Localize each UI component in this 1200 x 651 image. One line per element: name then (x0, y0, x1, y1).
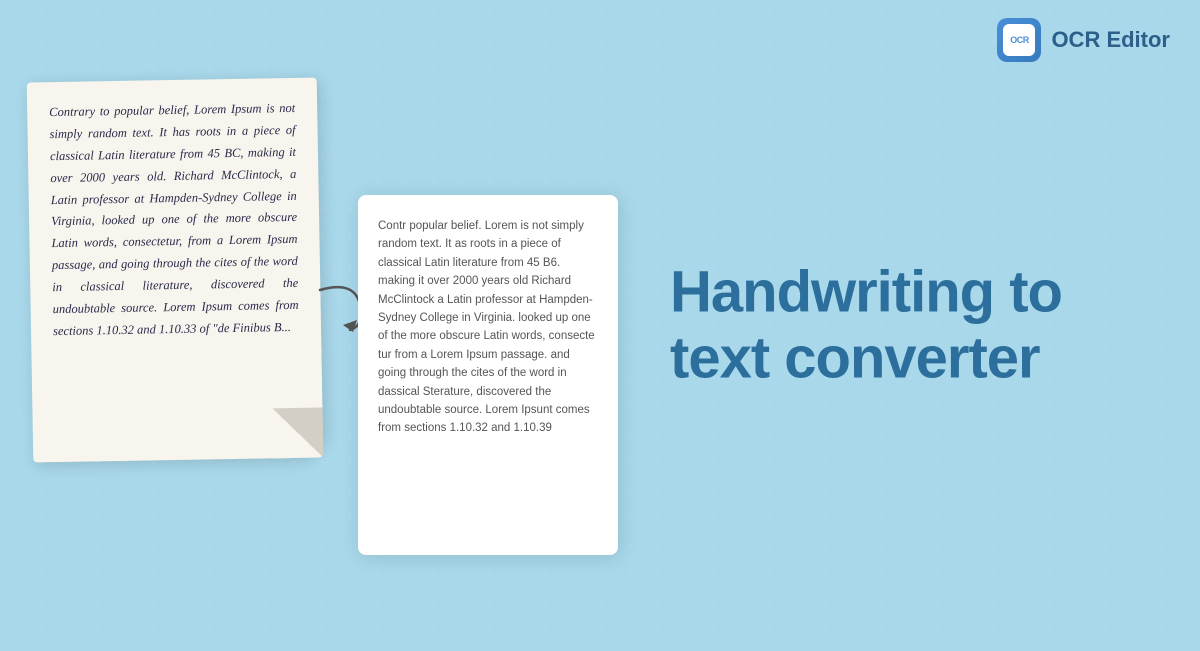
heading-line2: text converter (670, 326, 1040, 391)
app-title: OCR Editor (1051, 27, 1170, 53)
ocr-output-text: Contr popular belief. Lorem is not simpl… (378, 217, 598, 438)
ocr-output-card: Contr popular belief. Lorem is not simpl… (358, 195, 618, 555)
logo-label: OCR (1010, 35, 1029, 45)
heading-line1: Handwriting to (670, 259, 1062, 324)
app-logo: OCR (997, 18, 1041, 62)
main-heading: Handwriting to text converter (670, 259, 1140, 392)
main-heading-container: Handwriting to text converter (670, 259, 1140, 392)
header: OCR OCR Editor (997, 18, 1170, 62)
handwritten-document: Contrary to popular belief, Lorem Ipsum … (27, 77, 324, 462)
handwritten-text: Contrary to popular belief, Lorem Ipsum … (49, 98, 299, 343)
